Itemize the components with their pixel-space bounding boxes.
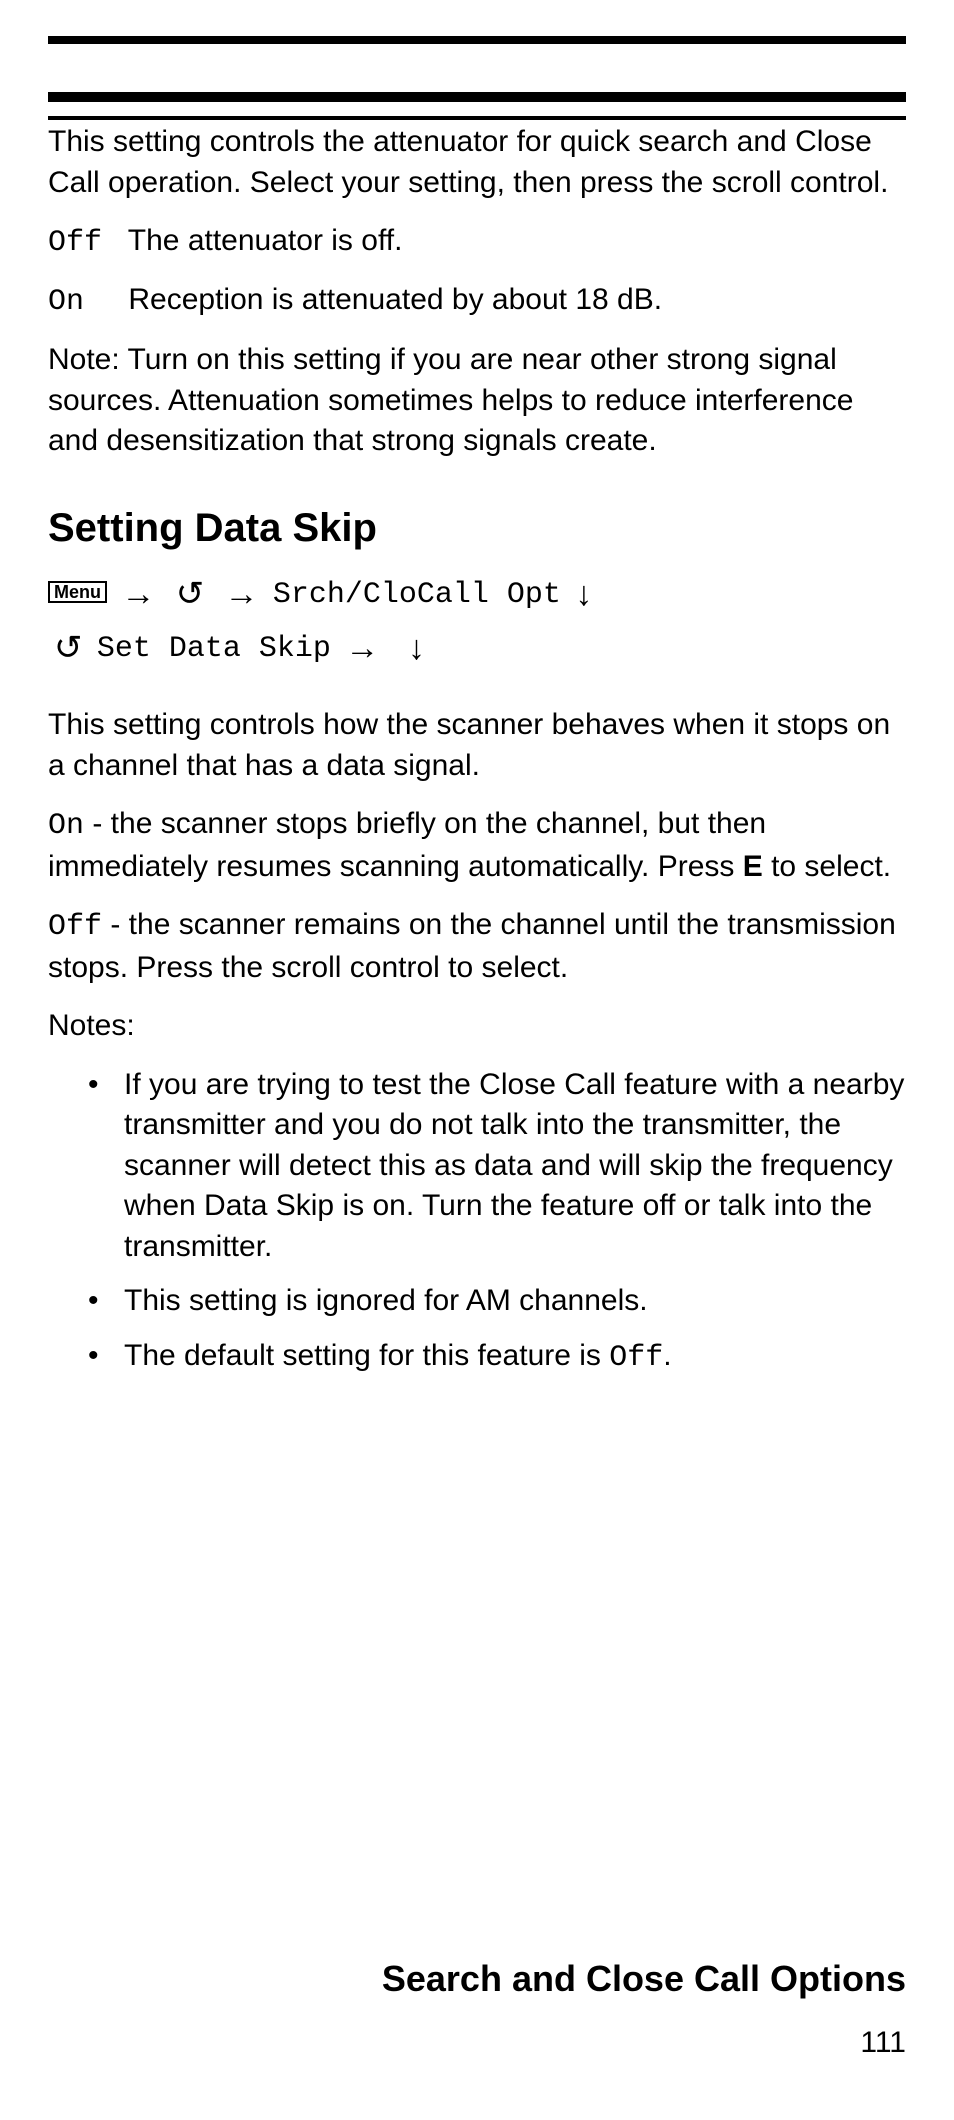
footer-title: Search and Close Call Options — [382, 1958, 906, 2000]
note-paragraph: Note: Turn on this setting if you are ne… — [48, 340, 906, 462]
dataskip-on-label: On — [48, 809, 84, 843]
list-item: This setting is ignored for AM channels. — [88, 1281, 906, 1322]
top-rule — [48, 36, 906, 44]
dataskip-on-paragraph: On - the scanner stops briefly on the ch… — [48, 804, 906, 887]
list-item: If you are trying to test the Close Call… — [88, 1065, 906, 1268]
option-off-label: Off — [48, 223, 120, 264]
dataskip-off-paragraph: Off - the scanner remains on the channel… — [48, 905, 906, 988]
note3-prefix: The default setting for this feature is — [124, 1339, 609, 1372]
section-heading: Setting Data Skip — [48, 506, 906, 551]
nav-path-1: Srch/CloCall Opt — [273, 578, 561, 612]
notes-list: If you are trying to test the Close Call… — [88, 1065, 906, 1379]
scroll-icon: ↺ — [54, 621, 83, 675]
list-item: The default setting for this feature is … — [88, 1336, 906, 1379]
arrow-right-icon: → — [121, 575, 155, 613]
notes-label: Notes: — [48, 1006, 906, 1047]
intro-paragraph: This setting controls the attenuator for… — [48, 122, 906, 203]
dataskip-intro: This setting controls how the scanner be… — [48, 705, 906, 786]
option-off-row: Off The attenuator is off. — [48, 221, 906, 264]
double-rule — [48, 92, 906, 102]
dataskip-off-label: Off — [48, 910, 102, 944]
scroll-icon: ↺ — [176, 567, 205, 621]
dataskip-on-text-2: to select. — [763, 850, 891, 883]
arrow-down-icon: ↓ — [408, 629, 425, 667]
option-off-text: The attenuator is off. — [128, 224, 403, 257]
note3-value: Off — [609, 1341, 663, 1375]
arrow-right-icon: → — [225, 575, 259, 613]
note3-suffix: . — [663, 1339, 671, 1372]
menu-button-icon: Menu — [48, 581, 107, 603]
nav-path-2: Set Data Skip — [97, 632, 331, 666]
option-on-text: Reception is attenuated by about 18 dB. — [128, 283, 662, 316]
dataskip-on-key: E — [743, 850, 763, 883]
dataskip-off-text: - the scanner remains on the channel unt… — [48, 908, 896, 984]
arrow-down-icon: ↓ — [575, 575, 592, 613]
document-page: This setting controls the attenuator for… — [0, 36, 954, 2120]
dataskip-on-text-1: - the scanner stops briefly on the chann… — [48, 807, 766, 883]
option-on-row: On Reception is attenuated by about 18 d… — [48, 280, 906, 323]
option-on-label: On — [48, 282, 120, 323]
nav-path: Menu → ↺ → Srch/CloCall Opt ↓ ↺ Set Data… — [48, 567, 906, 676]
page-number: 111 — [860, 2026, 906, 2060]
arrow-right-icon: → — [345, 629, 379, 667]
